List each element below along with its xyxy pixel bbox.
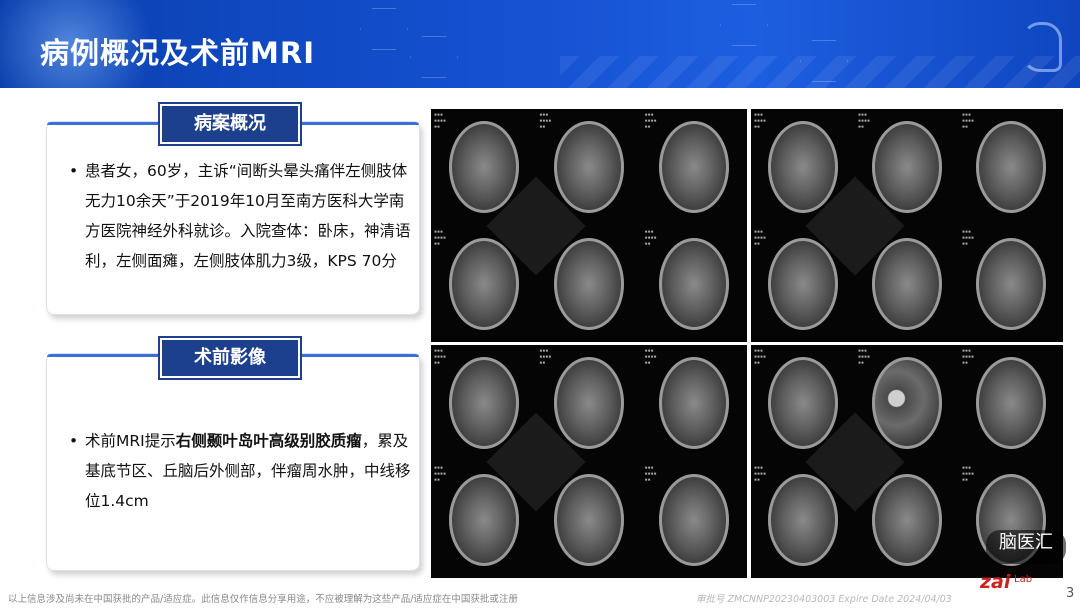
preop-imaging-bullet: • 术前MRI提示右侧颞叶岛叶高级别胶质瘤，累及基底节区、丘脑后外侧部，伴瘤周水… (69, 426, 415, 516)
preop-text-bold: 右侧颞叶岛叶高级别胶质瘤 (175, 432, 362, 450)
mri-slice (872, 237, 942, 330)
mri-metadata: ▪▪▪▪▪▪▪▪▪ (962, 464, 975, 483)
mri-slice (976, 357, 1046, 450)
mri-metadata: ▪▪▪▪▪▪▪▪▪ (644, 228, 657, 247)
mri-metadata: ▪▪▪▪▪▪▪▪▪ (539, 112, 552, 130)
mri-slice (554, 473, 624, 566)
case-overview-card: • 患者女，60岁，主诉“间断头晕头痛伴左侧肢体无力10余天”于2019年10月… (46, 121, 420, 315)
mri-slice (768, 473, 838, 566)
mri-metadata: ▪▪▪▪▪▪▪▪▪ (962, 228, 975, 247)
brand-logo: zai (980, 571, 1011, 593)
mri-slice (872, 121, 942, 214)
mri-slice (554, 121, 624, 214)
watermark-text: 脑医汇 (999, 532, 1053, 553)
mri-slice (448, 357, 519, 450)
preop-imaging-card: • 术前MRI提示右侧颞叶岛叶高级别胶质瘤，累及基底节区、丘脑后外侧部，伴瘤周水… (46, 353, 420, 571)
mri-metadata: ▪▪▪▪▪▪▪▪▪ (434, 348, 447, 366)
brand-logo-suffix: Lab (1014, 574, 1033, 585)
slide-header: 病例概况及术前MRI (0, 0, 1080, 88)
mri-slice (448, 473, 519, 566)
header-stripes (560, 56, 1080, 88)
case-overview-text: 患者女，60岁，主诉“间断头晕头痛伴左侧肢体无力10余天”于2019年10月至南… (85, 162, 411, 270)
mri-metadata: ▪▪▪▪▪▪▪▪▪ (434, 112, 447, 130)
mri-slice (659, 357, 730, 450)
mri-slice (554, 237, 624, 330)
ear-icon (1022, 22, 1062, 72)
mri-image-3: ▪▪▪ ▪▪▪▪ ▪▪ ▪▪▪ ▪▪▪▪ ▪▪ ▪▪▪ ▪▪▪▪ ▪▪ ▪▪▪ ▪▪▪▪ ▪▪ ▪▪▪ ▪… (431, 345, 747, 578)
slide-title: 病例概况及术前MRI (40, 36, 315, 70)
mri-slice (448, 237, 519, 330)
hexagon-decoration (720, 4, 768, 46)
mri-metadata: ▪▪▪▪▪▪▪▪▪ (434, 228, 447, 247)
footer-disclaimer: 以上信息涉及尚未在中国获批的产品/适应症。此信息仅作信息分享用途，不应被理解为这… (8, 594, 518, 605)
mri-slice (976, 121, 1046, 214)
mri-metadata: ▪▪▪▪▪▪▪▪▪ (754, 228, 767, 247)
mri-slice (976, 237, 1046, 330)
mri-image-2: ▪▪▪ ▪▪▪▪ ▪▪ ▪▪▪ ▪▪▪▪ ▪▪ ▪▪▪ ▪▪▪▪ ▪▪ ▪▪▪ ▪▪▪▪ ▪▪ ▪▪▪ ▪… (751, 109, 1063, 342)
hexagon-decoration (410, 36, 458, 78)
mri-slice (872, 357, 942, 450)
mri-metadata: ▪▪▪▪▪▪▪▪▪ (754, 464, 767, 483)
mri-slice (872, 473, 942, 566)
preop-imaging-heading: 术前影像 (160, 338, 300, 378)
mri-metadata: ▪▪▪▪▪▪▪▪▪ (644, 348, 657, 366)
bullet-dot: • (69, 162, 79, 180)
mri-metadata: ▪▪▪▪▪▪▪▪▪ (754, 112, 767, 130)
watermark-logo: 脑医汇 (986, 530, 1066, 564)
preop-text-prefix: 术前MRI提示 (85, 432, 176, 450)
bullet-dot: • (69, 432, 79, 450)
mri-slice (659, 473, 730, 566)
mri-metadata: ▪▪▪▪▪▪▪▪▪ (858, 112, 871, 130)
mri-metadata: ▪▪▪▪▪▪▪▪▪ (962, 348, 975, 366)
mri-metadata: ▪▪▪▪▪▪▪▪▪ (644, 464, 657, 483)
mri-metadata: ▪▪▪▪▪▪▪▪▪ (644, 112, 657, 130)
mri-metadata: ▪▪▪▪▪▪▪▪▪ (858, 348, 871, 366)
hexagon-decoration (360, 8, 408, 50)
mri-metadata: ▪▪▪▪▪▪▪▪▪ (539, 348, 552, 366)
mri-metadata: ▪▪▪▪▪▪▪▪▪ (434, 464, 447, 483)
mri-slice (768, 357, 838, 450)
mri-slice (768, 237, 838, 330)
case-overview-heading: 病案概况 (160, 104, 300, 144)
mri-slice (659, 237, 730, 330)
mri-image-1: ▪▪▪ ▪▪▪▪ ▪▪ ▪▪▪ ▪▪▪▪ ▪▪ ▪▪▪ ▪▪▪▪ ▪▪ ▪▪▪ ▪▪▪▪ ▪▪ ▪▪▪ ▪… (431, 109, 747, 342)
mri-slice (659, 121, 730, 214)
mri-metadata: ▪▪▪▪▪▪▪▪▪ (962, 112, 975, 130)
approval-number: 审批号 ZMCNNP20230403003 Expire Date 2024/0… (696, 594, 952, 605)
page-number: 3 (1066, 586, 1075, 601)
mri-slice (768, 121, 838, 214)
case-overview-bullet: • 患者女，60岁，主诉“间断头晕头痛伴左侧肢体无力10余天”于2019年10月… (69, 156, 415, 276)
mri-slice (554, 357, 624, 450)
mri-slice (448, 121, 519, 214)
mri-metadata: ▪▪▪▪▪▪▪▪▪ (754, 348, 767, 366)
